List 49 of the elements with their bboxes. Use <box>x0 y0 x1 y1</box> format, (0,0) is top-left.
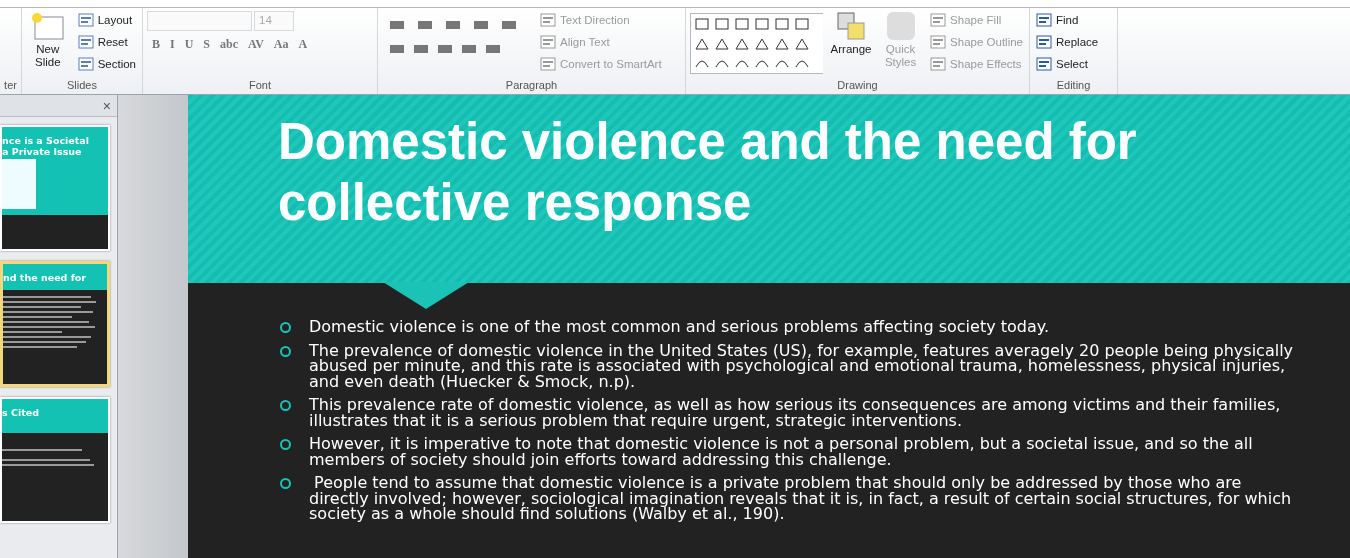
group-label: Font <box>248 78 272 93</box>
format-button[interactable]: U <box>179 35 199 53</box>
group-label: ter <box>4 78 17 93</box>
slide-icon <box>30 11 65 41</box>
ribbon-command[interactable]: Section <box>75 55 138 73</box>
shape-gallery-drawing[interactable] <box>690 11 823 75</box>
ribbon-command[interactable]: Select <box>1034 55 1101 73</box>
ribbon-command[interactable]: Find <box>1034 11 1101 29</box>
arrange-button[interactable]: Arrange <box>829 11 873 78</box>
font-size-field[interactable]: 14 <box>254 11 294 31</box>
bullet-icon <box>280 478 291 489</box>
format-button[interactable]: Aa <box>268 35 294 53</box>
group-label: Paragraph <box>504 78 559 93</box>
format-button[interactable]: I <box>165 35 180 53</box>
format-button[interactable]: S <box>198 35 216 53</box>
group-label: Drawing <box>836 78 879 93</box>
bullet-text: However, it is imperative to note that domestic violence is not a personal problem, but a societal issue, and so the all members of society should join efforts toward addressing this challenge. <box>309 436 1254 467</box>
bullet-icon <box>280 322 291 333</box>
bullet-text: This prevalence rate of domestic violence, as well as how serious its consequences are among victims and their families, illustrates that it is a serious problem that require urgent, strategic interventions. <box>309 397 1282 428</box>
format-button[interactable]: A <box>293 35 313 53</box>
format-button[interactable]: abc <box>215 35 244 53</box>
bullet-icon <box>280 400 291 411</box>
bullet-icon <box>280 345 291 357</box>
group-label: Slides <box>66 78 98 93</box>
bullet-text: People tend to assume that domestic violence is a private problem that should only be addressed by those who are directly involved; however, sociological imagination reveals that it is, in fact, a result of certain social structures, for which society as a whole should find solutions (Walby et al., 190). <box>309 475 1293 522</box>
slide-thumbnail[interactable]: nce is a Societal a Private Issue <box>0 125 110 251</box>
bullet-icon <box>280 439 291 450</box>
ribbon-command[interactable]: Replace <box>1034 33 1101 51</box>
new-slide-button[interactable]: New Slide <box>26 11 70 78</box>
group-label: Editing <box>1055 78 1092 93</box>
ribbon-command[interactable]: Reset <box>75 33 138 51</box>
bullet-text: Domestic violence is one of the most common and serious problems affecting society today. <box>309 319 1050 335</box>
ribbon-command[interactable]: Layout <box>75 11 138 29</box>
format-button[interactable]: B <box>147 35 165 53</box>
layout-icon <box>77 13 94 27</box>
font-name-field[interactable] <box>147 11 252 31</box>
slide-title: collective response <box>278 173 753 233</box>
slide-thumbnail[interactable]: s Cited <box>0 397 110 523</box>
thumbnail-title: s Cited <box>2 407 40 418</box>
picture-placeholder <box>2 159 36 209</box>
thumbnail-title: nce is a Societal <box>2 135 90 146</box>
slide-thumbnail[interactable]: nd the need for <box>0 261 110 387</box>
thumbnail-title: a Private Issue <box>2 146 83 157</box>
arrange-icon <box>836 11 866 41</box>
slide-title: Domestic violence and the need for <box>278 112 1138 172</box>
close-button[interactable]: × <box>102 98 111 113</box>
format-button[interactable]: AV <box>243 35 269 53</box>
bullet-text: The prevalence of domestic violence in the United States (US), for example, features averagely 20 people being physically abused per minute, and this rate is associated with psychological and emotional trauma, homelessness, physical injuries, and even death (Huecker & Smock, n.p). <box>309 342 1295 389</box>
thumbnail-title: nd the need for <box>3 272 88 283</box>
